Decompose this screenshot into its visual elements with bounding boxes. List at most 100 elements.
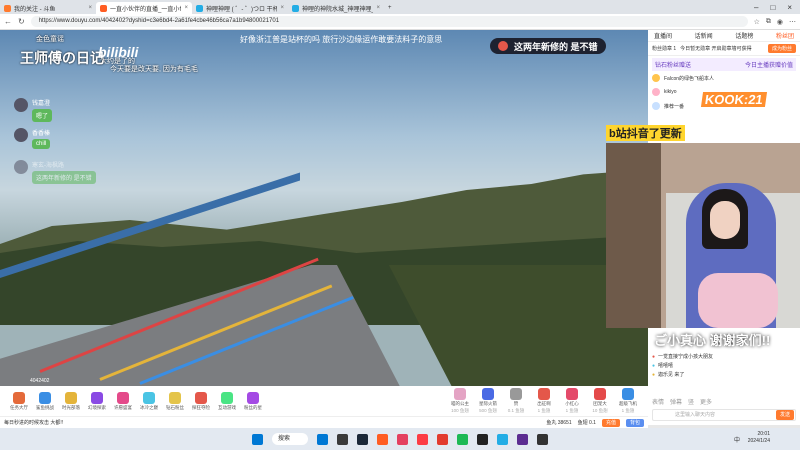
star-icon[interactable]: ☆ (754, 18, 760, 26)
close-tab-icon[interactable]: × (88, 5, 92, 11)
taskbar-clock[interactable]: 20:01 2024/1/24 (748, 431, 770, 445)
back-icon[interactable]: ← (4, 17, 12, 26)
gift-icon (594, 388, 606, 400)
gift-item[interactable]: 超级飞机 1 鱼翅 (614, 388, 642, 414)
menu-icon[interactable]: ⋯ (789, 18, 796, 26)
maximize-icon[interactable]: □ (770, 3, 775, 12)
gift-item[interactable]: 赞 0.1 鱼翅 (502, 388, 530, 414)
activity-item[interactable]: 幻境探索 (84, 391, 110, 411)
taskbar-app-icon[interactable] (337, 433, 348, 445)
fan-badge-icon (652, 88, 660, 96)
video-chat-message: 香香榛 chill (14, 128, 51, 149)
sidebar-tabs: 直播间 话新闻 话题榜 粉丝团 (648, 30, 800, 42)
activity-label: 任务大厅 (10, 404, 28, 410)
extensions-icon[interactable]: ⧉ (766, 18, 771, 26)
browser-tab[interactable]: 我的关注 - 斗鱼 × (0, 2, 96, 14)
activity-item[interactable]: 任务大厅 (6, 391, 32, 411)
taskbar-app-icon[interactable] (397, 433, 408, 445)
taskbar-app-icon[interactable] (417, 433, 428, 445)
browser-tab[interactable]: 神哩的神院水城_神哩神哩_bilibili× (288, 2, 384, 14)
close-tab-icon[interactable]: × (280, 5, 284, 11)
join-fan-button[interactable]: 成为粉丝 (767, 44, 796, 53)
activity-item[interactable]: 探狂夺险 (188, 391, 214, 411)
gift-item[interactable]: 星际火箭 500 鱼翅 (474, 388, 502, 414)
activity-item[interactable]: 冰冷之巅 (136, 391, 162, 411)
tab-label: 我的关注 - 斗鱼 (14, 6, 56, 13)
vertical-icon[interactable]: 竖 (688, 397, 694, 406)
video-counter: 4042402 (30, 378, 50, 384)
gift-item[interactable]: 喵的公主 100 鱼翅 (446, 388, 474, 414)
url-field[interactable]: https://www.douyu.com/4042402?dyshid=c3e… (30, 16, 748, 27)
window-controls: – □ × (754, 3, 800, 12)
taskbar-app-icon[interactable] (377, 433, 388, 445)
more-icon[interactable]: 更多 (700, 397, 712, 406)
activity-item[interactable]: 粉丝的星 (240, 391, 266, 411)
thanks-overlay: ご小真心 谢谢家们!! (654, 333, 771, 348)
browser-tab[interactable]: 神哩神哩 ( ゜- ゜)つロ 干杯~-bilibili× (192, 2, 288, 14)
browser-tab[interactable]: 一直小伙伴的直播_一直小伙伴的...× (96, 2, 192, 14)
activity-icon (247, 391, 259, 404)
activity-item[interactable]: 时光部落 (58, 391, 84, 411)
banner-text: 这两年新修的 是不错 (514, 41, 598, 52)
gift-label: 团宠大 (593, 401, 607, 406)
tab-live-room[interactable]: 直播间 (654, 31, 672, 40)
taskbar-app-icon[interactable] (317, 433, 328, 445)
bilibili-logo: bilibili (98, 44, 139, 60)
taskbar-app-icon[interactable] (517, 433, 528, 445)
gift-icon (538, 388, 550, 400)
activity-item[interactable]: 互动游戏 (214, 391, 240, 411)
overlay-text-3: 今天要是改天要, 因为有毛毛 (110, 66, 198, 73)
gift-label: 出征啊 (537, 401, 551, 406)
close-tab-icon[interactable]: × (184, 5, 188, 11)
gift-item[interactable]: 小红心 1 鱼翅 (558, 388, 586, 414)
profile-icon[interactable]: ◉ (777, 18, 783, 26)
taskbar-search[interactable]: 搜索 (272, 433, 308, 445)
close-icon[interactable]: × (787, 3, 792, 12)
gift-item[interactable]: 团宠大 10 鱼翅 (586, 388, 614, 414)
tab-fan-club[interactable]: 粉丝团 (776, 31, 794, 40)
fan-badge-icon (652, 102, 660, 110)
emoji-icon[interactable]: 表情 (652, 397, 664, 406)
gift-price: 1 鱼翅 (621, 408, 635, 413)
gift-icon (622, 388, 634, 400)
activity-item[interactable]: 鲨鱼挑战 (32, 391, 58, 411)
input-method-indicator[interactable]: 中 (734, 435, 740, 444)
gift-icon (454, 388, 466, 400)
send-button[interactable]: 发送 (775, 410, 794, 420)
refresh-icon[interactable]: ↻ (18, 17, 25, 26)
activity-label: 冰冷之巅 (140, 404, 158, 410)
activity-item[interactable]: 钻石粉丝 (162, 391, 188, 411)
chat-line: ● 迦乐见 来了 (652, 371, 685, 379)
backpack-button[interactable]: 背包 (625, 418, 644, 427)
close-tab-icon[interactable]: × (376, 5, 380, 11)
caption-banner: 这两年新修的 是不错 (490, 38, 606, 54)
danmu-icon[interactable]: 弹幕 (670, 397, 682, 406)
tab-news[interactable]: 话新闻 (695, 31, 713, 40)
chat-input[interactable]: 这里输入聊天内容 (652, 409, 796, 421)
gift-item[interactable]: 出征啊 1 鱼翅 (530, 388, 558, 414)
taskbar-app-icon[interactable] (537, 433, 548, 445)
recharge-button[interactable]: 充值 (601, 418, 620, 427)
tab-label: 神哩的神院水城_神哩神哩_bilibili (302, 6, 373, 13)
site-favicon-icon (100, 4, 107, 12)
taskbar-app-icon[interactable] (477, 433, 488, 445)
taskbar-app-icon[interactable] (357, 433, 368, 445)
rank-label: 粉丝勋章 1 (652, 46, 677, 52)
rank-text: 今日暂无勋章 开启勋章墙可获得 (680, 46, 752, 52)
activity-item[interactable]: 许愿盛宴 (110, 391, 136, 411)
taskbar-app-icon[interactable] (497, 433, 508, 445)
tab-topics[interactable]: 话题榜 (735, 31, 753, 40)
gift-price: 500 鱼翅 (479, 408, 497, 413)
taskbar-app-icon[interactable] (437, 433, 448, 445)
minimize-icon[interactable]: – (754, 3, 758, 12)
new-tab-button[interactable]: + (384, 2, 396, 14)
video-player[interactable]: 好像浙江普是站杯的吗 旅行沙边缘运作敢要法料子的意思 金色童谣 大约是了的 今天… (0, 30, 648, 386)
list-item[interactable]: Falcon的绿色飞船本人 (652, 71, 796, 85)
windows-start-icon[interactable] (252, 433, 263, 445)
activity-label: 粉丝的星 (244, 404, 262, 410)
taskbar-app-icon[interactable] (457, 433, 468, 445)
webcam-legs (698, 273, 778, 328)
activity-icon (13, 391, 25, 404)
gift-bar: 任务大厅 鲨鱼挑战 时光部落 幻境探索 许愿盛宴 冰冷之巅 钻石粉丝 探狂夺险 互动游戏 粉丝的星… (0, 386, 648, 416)
address-bar: ← ↻ https://www.douyu.com/4042402?dyshid… (0, 14, 800, 30)
